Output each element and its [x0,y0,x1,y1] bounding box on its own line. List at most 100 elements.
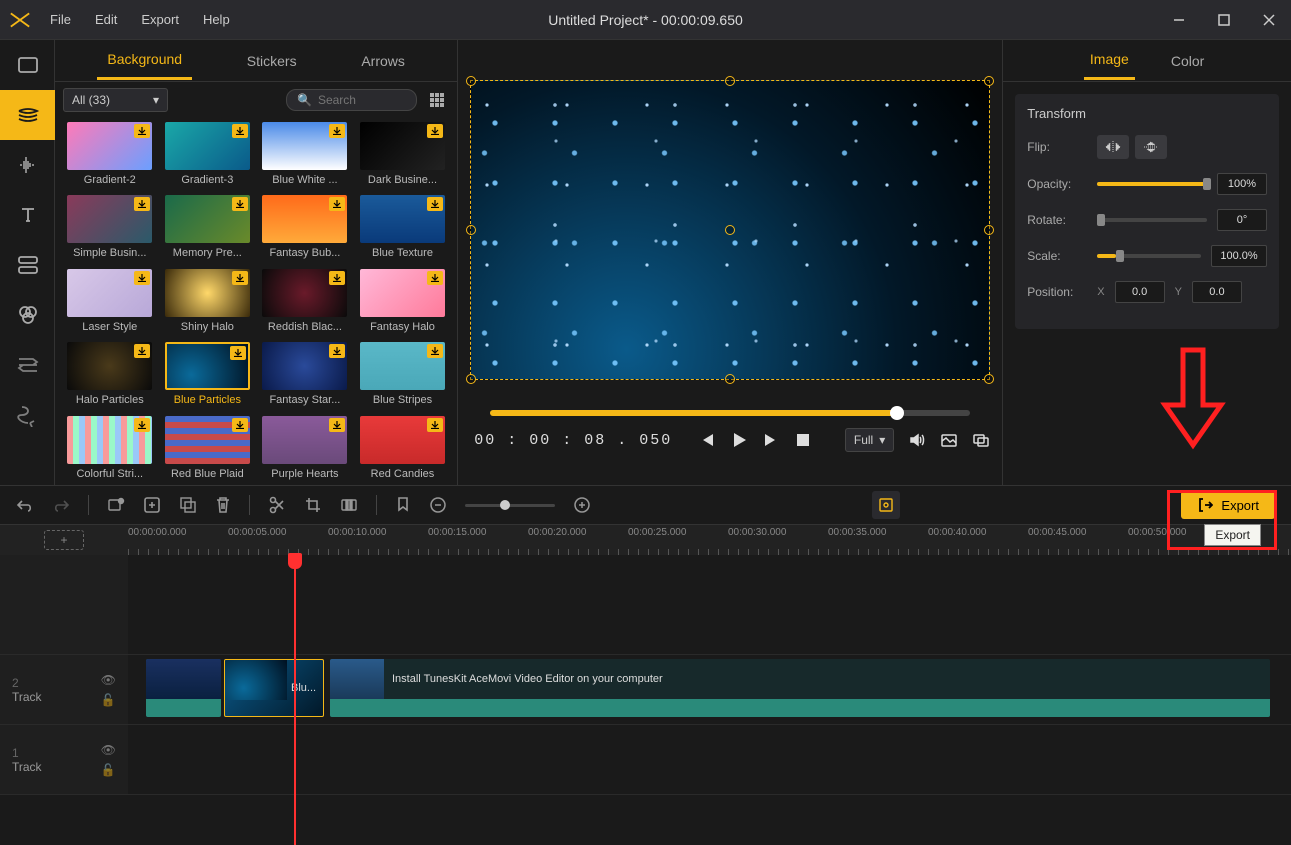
visibility-icon[interactable]: 👁 [101,743,116,757]
sidebar-backgrounds[interactable] [0,90,55,140]
resize-handle[interactable] [725,76,735,86]
lock-icon[interactable]: 🔓 [101,693,116,707]
seek-thumb[interactable] [890,406,904,420]
track-header[interactable] [0,555,128,654]
close-button[interactable] [1246,0,1291,40]
resize-handle[interactable] [466,76,476,86]
redo-button[interactable] [52,497,70,513]
prev-frame-button[interactable] [697,431,715,449]
marker-button[interactable] [395,496,411,514]
fullscreen-button[interactable] [972,431,990,449]
library-item[interactable]: Fantasy Halo [356,269,450,334]
delete-button[interactable] [215,496,231,514]
clip-tutorial[interactable]: Install TunesKit AceMovi Video Editor on… [330,659,1270,717]
library-item[interactable]: Reddish Blac... [258,269,352,334]
sidebar-transitions[interactable] [0,340,55,390]
position-y-input[interactable] [1192,281,1242,303]
position-x-input[interactable] [1115,281,1165,303]
speed-button[interactable] [340,496,358,514]
audio-button[interactable] [908,431,926,449]
rotate-slider[interactable] [1097,218,1207,222]
search-input[interactable] [318,93,398,107]
resize-handle[interactable] [725,374,735,384]
export-button[interactable]: Export [1181,491,1275,519]
resize-handle[interactable] [984,374,994,384]
crop-button[interactable] [304,496,322,514]
playhead[interactable] [294,555,296,845]
library-item[interactable]: Halo Particles [63,342,157,407]
scale-input[interactable] [1211,245,1267,267]
library-item[interactable]: Red Candies [356,416,450,481]
menu-export[interactable]: Export [131,2,189,37]
tab-image[interactable]: Image [1084,41,1135,80]
library-item[interactable]: Fantasy Bub... [258,195,352,260]
library-item[interactable]: Gradient-2 [63,122,157,187]
settings-button[interactable] [872,491,900,519]
center-handle[interactable] [725,225,735,235]
lock-icon[interactable]: 🔓 [101,763,116,777]
add-media-button[interactable] [143,496,161,514]
menu-file[interactable]: File [40,2,81,37]
add-track-button[interactable]: + [44,530,84,550]
tab-color[interactable]: Color [1165,43,1210,79]
seek-bar[interactable] [490,410,970,416]
opacity-input[interactable] [1217,173,1267,195]
duplicate-button[interactable] [179,496,197,514]
tab-background[interactable]: Background [97,41,192,80]
resize-handle[interactable] [984,225,994,235]
stop-button[interactable] [795,432,811,448]
filter-dropdown[interactable]: All (33) ▾ [63,88,168,112]
timeline-zoom-slider[interactable] [465,504,555,507]
minimize-button[interactable] [1156,0,1201,40]
track-header-2[interactable]: 2 Track 👁 🔓 [0,655,128,724]
zoom-dropdown[interactable]: Full ▾ [845,428,894,452]
library-item[interactable]: Fantasy Star... [258,342,352,407]
undo-button[interactable] [16,497,34,513]
scale-slider[interactable] [1097,254,1201,258]
menu-help[interactable]: Help [193,2,240,37]
zoom-in-button[interactable] [573,496,591,514]
library-item[interactable]: Blue Texture [356,195,450,260]
next-frame-button[interactable] [763,431,781,449]
preview-canvas[interactable] [470,80,990,380]
search-box[interactable]: 🔍 [286,89,417,111]
library-item[interactable]: Memory Pre... [161,195,255,260]
library-item[interactable]: Laser Style [63,269,157,334]
flip-vertical-button[interactable] [1135,135,1167,159]
menu-edit[interactable]: Edit [85,2,127,37]
library-item[interactable]: Blue Particles [161,342,255,407]
library-item[interactable]: Colorful Stri... [63,416,157,481]
record-button[interactable] [107,496,125,514]
sidebar-text[interactable] [0,190,55,240]
resize-handle[interactable] [984,76,994,86]
sidebar-filters[interactable] [0,290,55,340]
clip-blue-particles[interactable]: Blu... [224,659,324,717]
visibility-icon[interactable]: 👁 [101,673,116,687]
track-header-1[interactable]: 1 Track 👁 🔓 [0,725,128,794]
maximize-button[interactable] [1201,0,1246,40]
split-button[interactable] [268,496,286,514]
tab-stickers[interactable]: Stickers [237,43,307,79]
library-item[interactable]: Gradient-3 [161,122,255,187]
play-button[interactable] [729,430,749,450]
opacity-slider[interactable] [1097,182,1207,186]
library-item[interactable]: Shiny Halo [161,269,255,334]
clip-intro[interactable] [146,659,221,717]
library-item[interactable]: Red Blue Plaid [161,416,255,481]
tab-arrows[interactable]: Arrows [351,43,415,79]
sidebar-media[interactable] [0,40,55,90]
flip-horizontal-button[interactable] [1097,135,1129,159]
library-item[interactable]: Blue Stripes [356,342,450,407]
sidebar-animations[interactable] [0,390,55,440]
snapshot-button[interactable] [940,431,958,449]
sidebar-audio[interactable] [0,140,55,190]
grid-view-button[interactable] [425,88,449,112]
resize-handle[interactable] [466,374,476,384]
zoom-out-button[interactable] [429,496,447,514]
sidebar-templates[interactable] [0,240,55,290]
library-item[interactable]: Blue White ... [258,122,352,187]
library-item[interactable]: Simple Busin... [63,195,157,260]
library-item[interactable]: Dark Busine... [356,122,450,187]
resize-handle[interactable] [466,225,476,235]
rotate-input[interactable] [1217,209,1267,231]
